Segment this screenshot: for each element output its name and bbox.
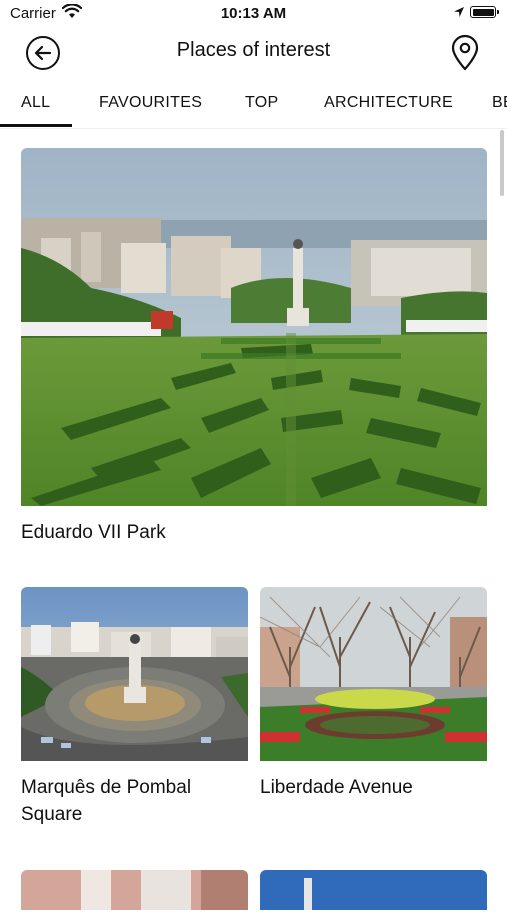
clock: 10:13 AM xyxy=(220,5,287,22)
place-card-marques-de-pombal-square[interactable]: Marquês de Pombal Square xyxy=(21,587,248,828)
place-card-partial[interactable] xyxy=(21,870,248,915)
place-image xyxy=(260,587,487,766)
category-tabs: ALL FAVOURITES TOP ARCHITECTURE BE xyxy=(0,84,507,129)
place-name: Marquês de Pombal Square xyxy=(21,777,192,825)
tab-top[interactable]: TOP xyxy=(245,94,279,112)
place-image xyxy=(260,870,487,915)
tab-be[interactable]: BE xyxy=(492,94,507,112)
tab-favourites[interactable]: FAVOURITES xyxy=(99,94,202,112)
status-bar: Carrier 10:13 AM xyxy=(0,0,507,28)
place-card-liberdade-avenue[interactable]: Liberdade Avenue xyxy=(260,587,487,801)
tab-architecture[interactable]: ARCHITECTURE xyxy=(324,94,453,112)
place-image xyxy=(21,148,487,511)
nav-header: Places of interest xyxy=(0,28,507,78)
location-arrow-icon xyxy=(454,7,464,17)
place-name: Liberdade Avenue xyxy=(260,777,413,798)
tab-indicator xyxy=(0,124,72,127)
place-card-partial[interactable] xyxy=(260,870,487,915)
map-button[interactable] xyxy=(450,34,480,72)
battery-icon xyxy=(470,6,499,18)
page-title: Places of interest xyxy=(176,39,331,61)
scrollbar[interactable] xyxy=(500,130,504,196)
place-name: Eduardo VII Park xyxy=(21,522,166,543)
tab-all[interactable]: ALL xyxy=(21,94,50,112)
place-image xyxy=(21,587,248,766)
map-pin-icon xyxy=(451,34,479,71)
place-image xyxy=(21,870,248,915)
place-card-eduardo-vii-park[interactable]: Eduardo VII Park xyxy=(21,148,487,546)
